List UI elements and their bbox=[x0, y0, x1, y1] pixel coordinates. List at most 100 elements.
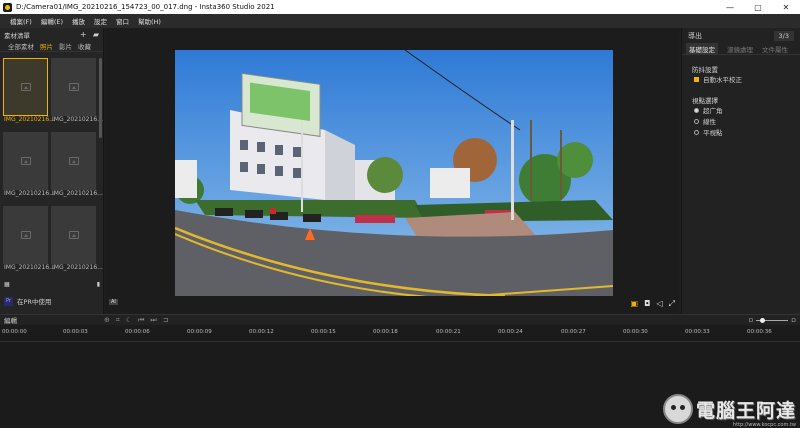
image-placeholder-icon bbox=[68, 83, 79, 91]
library-scrollbar[interactable] bbox=[99, 58, 102, 138]
volume-icon[interactable]: ◁ bbox=[656, 299, 662, 309]
timeline-zoom-slider[interactable]: ▫ ▫ bbox=[749, 316, 797, 324]
folder-icon[interactable]: ▰ bbox=[93, 30, 99, 39]
list-item[interactable]: IMG_20210216... bbox=[3, 206, 55, 276]
skip-forward-icon[interactable]: ⏭ bbox=[150, 316, 156, 325]
zoom-in-icon[interactable]: ▫ bbox=[791, 316, 796, 324]
bracket-icon[interactable]: ⊐ bbox=[163, 316, 169, 325]
image-placeholder-icon bbox=[68, 157, 79, 165]
watermark: 電腦王阿達 http://www.kocpc.com.tw bbox=[662, 394, 796, 428]
tab-basic-settings[interactable]: 基礎設定 bbox=[686, 42, 718, 55]
mascot-logo bbox=[662, 394, 693, 424]
list-item[interactable]: IMG_20210216... bbox=[51, 132, 103, 202]
menu-edit[interactable]: 編輯(E) bbox=[41, 16, 63, 26]
use-in-premiere-label: 在PR中使用 bbox=[17, 298, 52, 306]
timeline-ruler[interactable]: 00:00:00 00:00:03 00:00:06 00:00:09 00:0… bbox=[0, 327, 800, 339]
radio-icon bbox=[694, 118, 699, 124]
time-tick: 00:00:27 bbox=[561, 329, 586, 335]
plus-icon[interactable]: + bbox=[80, 30, 87, 39]
thumbnail-label: IMG_20210216... bbox=[4, 116, 55, 123]
time-tick: 00:00:36 bbox=[747, 329, 772, 335]
time-tick: 00:00:15 bbox=[311, 329, 336, 335]
street-scene-image bbox=[175, 50, 613, 296]
menu-bar: 檔案(F) 編輯(E) 播放 設定 窗口 幫助(H) bbox=[0, 14, 800, 28]
time-tick: 00:00:18 bbox=[373, 329, 398, 335]
preview-panel: AI ▣ ◘ ◁ ⤢ bbox=[105, 28, 679, 314]
inspector-tabs: 基礎設定 濾鏡處理 文件屬性 bbox=[682, 42, 800, 55]
checkbox-checked-icon bbox=[694, 76, 699, 82]
timeline-track[interactable] bbox=[0, 341, 800, 342]
stabilization-section-title: 防抖設置 bbox=[692, 66, 718, 74]
radio-icon bbox=[694, 129, 699, 135]
tab-videos[interactable]: 影片 bbox=[59, 41, 72, 51]
list-item[interactable]: IMG_20210216... bbox=[51, 206, 103, 276]
frame-icon[interactable]: ⌗ bbox=[116, 316, 120, 325]
menu-play[interactable]: 播放 bbox=[72, 16, 85, 26]
image-edit-icon[interactable]: ▣ bbox=[631, 299, 639, 309]
tab-filters[interactable]: 濾鏡處理 bbox=[727, 44, 753, 54]
view-mode-section-title: 視點選擇 bbox=[692, 97, 718, 105]
media-library-panel: 素材清單 + ▰ 全部素材 照片 影片 收藏 IMG_20210216... I… bbox=[0, 28, 104, 314]
image-placeholder-icon bbox=[20, 231, 31, 239]
menu-settings[interactable]: 設定 bbox=[94, 16, 107, 26]
target-icon[interactable]: ⊕ bbox=[104, 316, 110, 325]
selection-count: 3/3 bbox=[773, 30, 794, 41]
grid-view-icon[interactable]: ▦ bbox=[4, 281, 10, 289]
inspector-panel: 導出 3/3 基礎設定 濾鏡處理 文件屬性 防抖設置 自動水平校正 視點選擇 超… bbox=[681, 28, 800, 314]
preview-controls: ▣ ◘ ◁ ⤢ bbox=[625, 299, 675, 309]
list-item[interactable]: IMG_20210216... bbox=[3, 58, 55, 128]
time-tick: 00:00:33 bbox=[685, 329, 710, 335]
time-tick: 00:00:30 bbox=[623, 329, 648, 335]
menu-window[interactable]: 窗口 bbox=[116, 16, 129, 26]
zoom-out-icon[interactable]: ▫ bbox=[749, 316, 754, 324]
time-tick: 00:00:21 bbox=[436, 329, 461, 335]
thumbnail-label: IMG_20210216... bbox=[52, 116, 103, 123]
window-title: D:/Camera01/IMG_20210216_154723_00_017.d… bbox=[16, 3, 275, 11]
library-tabs: 全部素材 照片 影片 收藏 bbox=[0, 41, 103, 52]
zoom-slider-knob[interactable] bbox=[760, 317, 766, 323]
thumbnail-label: IMG_20210216... bbox=[4, 264, 55, 271]
moon-icon[interactable]: ☾ bbox=[126, 316, 132, 325]
title-bar: D:/Camera01/IMG_20210216_154723_00_017.d… bbox=[0, 0, 800, 14]
export-label[interactable]: 導出 bbox=[688, 31, 702, 41]
skip-back-icon[interactable]: ⏮ bbox=[138, 316, 144, 325]
time-tick: 00:00:12 bbox=[249, 329, 274, 335]
radio-selected-icon bbox=[694, 107, 699, 113]
image-placeholder-icon bbox=[68, 231, 79, 239]
use-in-premiere-button[interactable]: Pr 在PR中使用 bbox=[4, 296, 51, 306]
close-button[interactable]: ✕ bbox=[772, 0, 800, 14]
menu-file[interactable]: 檔案(F) bbox=[10, 16, 32, 26]
time-tick: 00:00:09 bbox=[187, 329, 212, 335]
time-tick: 00:00:00 bbox=[2, 329, 27, 335]
maximize-button[interactable]: ▢ bbox=[744, 0, 772, 14]
tab-photos[interactable]: 照片 bbox=[40, 41, 53, 51]
time-tick: 00:00:24 bbox=[498, 329, 523, 335]
camera-icon[interactable]: ◘ bbox=[644, 299, 650, 309]
timeline-panel: 編輯 ▫ ▫ ⊕ ⌗ ☾ ⏮ ⏭ ⊐ 00:00:00 00:00:03 00:… bbox=[0, 314, 800, 428]
library-title: 素材清單 bbox=[4, 31, 30, 40]
list-item[interactable]: IMG_20210216... bbox=[3, 132, 55, 202]
tab-favorites[interactable]: 收藏 bbox=[78, 41, 91, 51]
menu-help[interactable]: 幫助(H) bbox=[138, 16, 161, 26]
fullscreen-icon[interactable]: ⤢ bbox=[669, 299, 675, 309]
view-option-linear[interactable]: 線性 bbox=[694, 116, 716, 126]
auto-horizon-checkbox[interactable]: 自動水平校正 bbox=[694, 74, 742, 84]
image-placeholder-icon bbox=[20, 83, 31, 91]
watermark-text: 電腦王阿達 bbox=[695, 399, 796, 422]
premiere-icon: Pr bbox=[4, 296, 13, 306]
trash-icon[interactable]: ▮ bbox=[97, 281, 100, 289]
view-option-ultrawide[interactable]: 超广角 bbox=[694, 105, 723, 115]
tab-all-media[interactable]: 全部素材 bbox=[8, 41, 34, 51]
app-icon bbox=[3, 2, 12, 12]
view-option-flat[interactable]: 平視點 bbox=[694, 127, 723, 137]
image-placeholder-icon bbox=[20, 157, 31, 165]
time-tick: 00:00:03 bbox=[63, 329, 88, 335]
photo-preview[interactable] bbox=[175, 50, 613, 296]
thumbnail-label: IMG_20210216... bbox=[52, 190, 103, 197]
minimize-button[interactable]: — bbox=[716, 0, 744, 14]
watermark-url: http://www.kocpc.com.tw bbox=[732, 422, 796, 428]
thumbnail-label: IMG_20210216... bbox=[4, 190, 55, 197]
tab-file-properties[interactable]: 文件屬性 bbox=[762, 44, 788, 54]
ai-badge: AI bbox=[109, 299, 118, 305]
list-item[interactable]: IMG_20210216... bbox=[51, 58, 103, 128]
